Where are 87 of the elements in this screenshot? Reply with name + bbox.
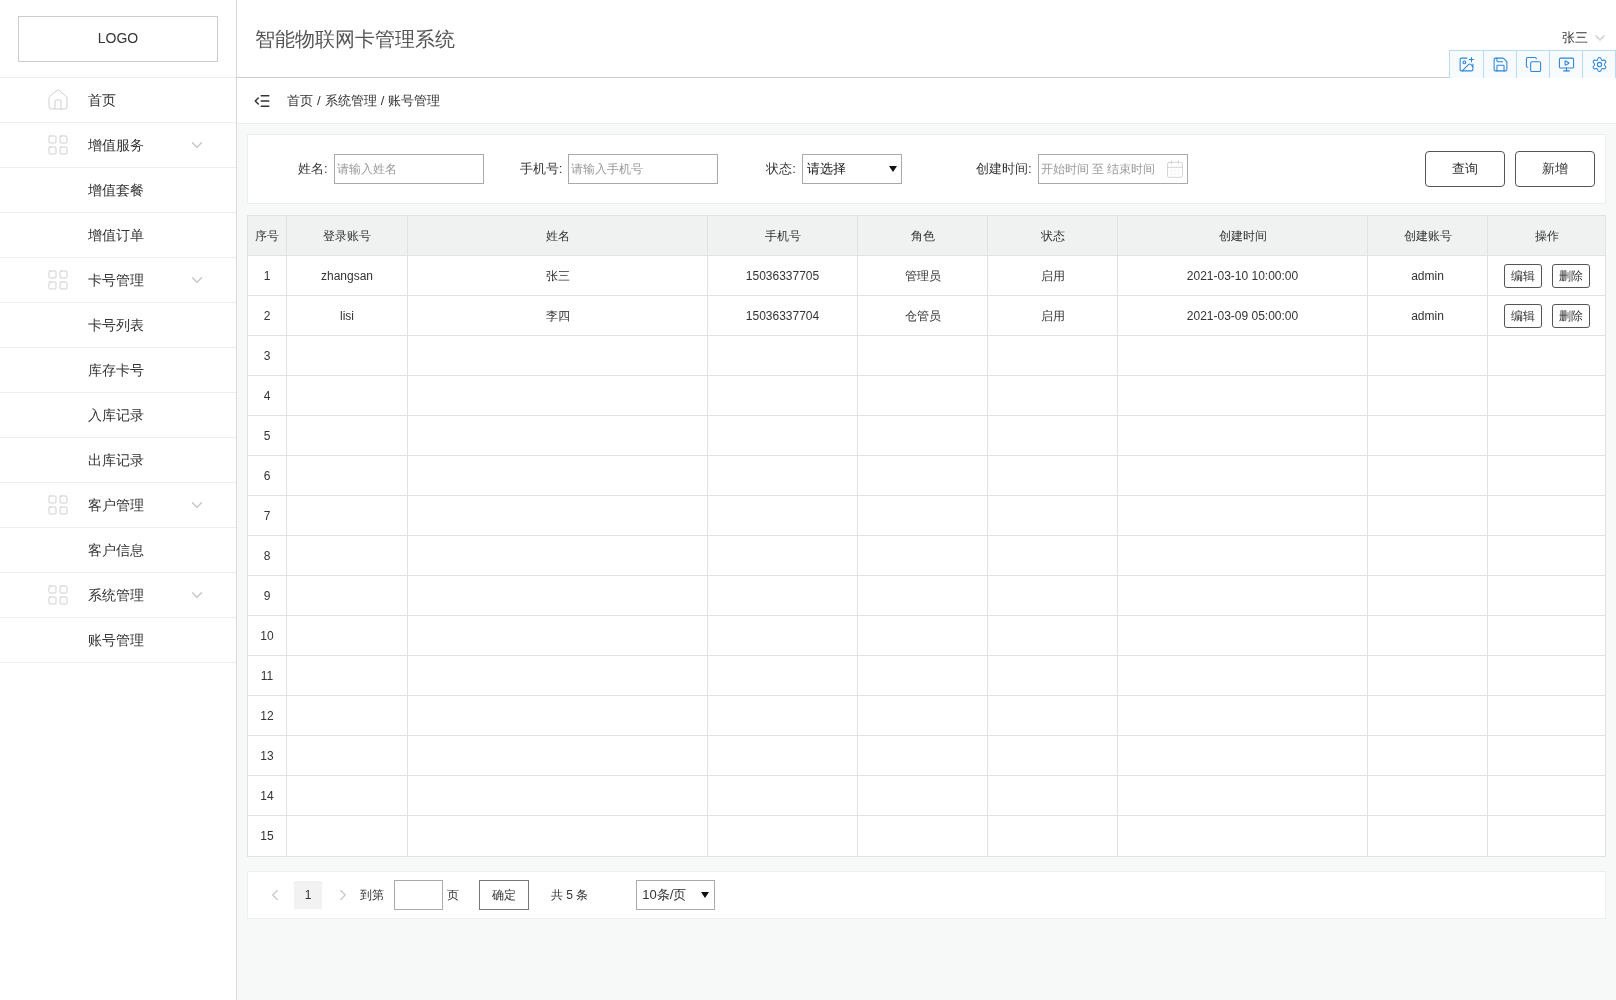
- column-header: 状态: [988, 216, 1118, 255]
- action-button[interactable]: 查询: [1425, 151, 1505, 187]
- column-header: 姓名: [408, 216, 708, 255]
- page-suffix: 页: [447, 887, 459, 904]
- breadcrumb-separator: /: [317, 91, 321, 110]
- page-size-select[interactable]: 10条/页: [636, 880, 716, 910]
- table-cell: 10: [248, 616, 287, 655]
- column-header: 登录账号: [287, 216, 408, 255]
- logo: LOGO: [18, 15, 218, 62]
- filter-label: 手机号:: [519, 160, 563, 179]
- sidebar-subitem[interactable]: 账号管理: [0, 618, 236, 663]
- row-action-button[interactable]: 编辑: [1503, 263, 1542, 288]
- table-cell-text: 张三: [545, 267, 570, 285]
- sidebar-subitem[interactable]: 增值订单: [0, 213, 236, 258]
- table-cell: 11: [248, 656, 287, 695]
- table-cell-text: admin: [1411, 267, 1444, 285]
- table-cell-text: 15036337705: [745, 267, 820, 285]
- caret-down-icon: [701, 892, 710, 898]
- sidebar-subitem[interactable]: 增值套餐: [0, 168, 236, 213]
- breadcrumb-link[interactable]: 账号管理: [388, 90, 441, 111]
- sidebar-subitem[interactable]: 出库记录: [0, 438, 236, 483]
- page-input[interactable]: [394, 880, 443, 910]
- grid-icon: [46, 493, 70, 517]
- table-cell-text: 15036337704: [745, 307, 820, 325]
- user-name[interactable]: 张三: [1562, 28, 1588, 48]
- sidebar-subitem[interactable]: 库存卡号: [0, 348, 236, 393]
- table-cell-text: 2021-03-10 10:00:00: [1186, 267, 1299, 285]
- table-cell-text: 启用: [1040, 267, 1065, 285]
- table-cell-text: 李四: [545, 307, 570, 325]
- table-cell: 9: [248, 576, 287, 615]
- table-cell: 15: [248, 816, 287, 856]
- table-cell: 7: [248, 496, 287, 535]
- table-cell: 2: [248, 296, 287, 335]
- table-cell: 14: [248, 776, 287, 815]
- table-cell-text: 2021-03-09 05:00:00: [1186, 307, 1299, 325]
- calendar-icon: [1164, 159, 1185, 179]
- sidebar-item[interactable]: 增值服务: [0, 123, 236, 168]
- goto-label: 到第: [360, 887, 384, 904]
- confirm-button[interactable]: 确定: [479, 880, 529, 910]
- table-cell: 1: [248, 256, 287, 295]
- grid-icon: [46, 583, 70, 607]
- sidebar-subitem[interactable]: 入库记录: [0, 393, 236, 438]
- column-header: 角色: [858, 216, 988, 255]
- column-header: 序号: [248, 216, 287, 255]
- input-field[interactable]: 请输入姓名: [333, 154, 484, 184]
- grid-icon: [46, 133, 70, 157]
- sidebar-item[interactable]: 系统管理: [0, 573, 236, 618]
- filter-label: 姓名:: [298, 160, 328, 179]
- sidebar-item[interactable]: 卡号管理: [0, 258, 236, 303]
- column-header: 手机号: [708, 216, 858, 255]
- breadcrumb-link[interactable]: 首页: [287, 90, 313, 111]
- sidebar-item[interactable]: 首页: [0, 78, 236, 123]
- table-cell-text: 管理员: [904, 267, 941, 285]
- sidebar-subitem[interactable]: 客户信息: [0, 528, 236, 573]
- sidebar-item[interactable]: 客户管理: [0, 483, 236, 528]
- table-cell: 4: [248, 376, 287, 415]
- table-cell-text: 仓管员: [904, 307, 941, 325]
- column-header: 创建账号: [1368, 216, 1488, 255]
- table-cell: 8: [248, 536, 287, 575]
- select-field[interactable]: 请选择: [801, 154, 902, 184]
- table-cell: 5: [248, 416, 287, 455]
- table-cell-text: lisi: [340, 307, 354, 325]
- total-count: 共 5 条: [551, 887, 589, 904]
- row-action-button[interactable]: 编辑: [1503, 303, 1542, 328]
- table-cell-text: 启用: [1040, 307, 1065, 325]
- app-title: 智能物联网卡管理系统: [255, 27, 455, 52]
- table-cell: 12: [248, 696, 287, 735]
- filter-label: 状态:: [766, 160, 796, 179]
- breadcrumb-separator: /: [380, 91, 385, 110]
- home-icon: [46, 88, 70, 112]
- table-cell-text: zhangsan: [320, 267, 373, 285]
- table-cell-text: admin: [1411, 307, 1444, 325]
- table-cell: 13: [248, 736, 287, 775]
- table-cell: 3: [248, 336, 287, 375]
- input-field[interactable]: 请输入手机号: [568, 154, 719, 184]
- page-button[interactable]: 1: [294, 881, 322, 909]
- caret-down-icon: [888, 166, 897, 172]
- table-cell: 6: [248, 456, 287, 495]
- action-button[interactable]: 新增: [1515, 151, 1595, 187]
- filter-label: 创建时间:: [975, 160, 1032, 179]
- breadcrumb-link[interactable]: 系统管理: [324, 90, 377, 111]
- sidebar-subitem[interactable]: 卡号列表: [0, 303, 236, 348]
- column-header: 操作: [1533, 227, 1560, 245]
- column-header: 创建时间: [1118, 216, 1368, 255]
- row-action-button[interactable]: 删除: [1551, 263, 1590, 288]
- row-action-button[interactable]: 删除: [1551, 303, 1590, 328]
- grid-icon: [46, 268, 70, 292]
